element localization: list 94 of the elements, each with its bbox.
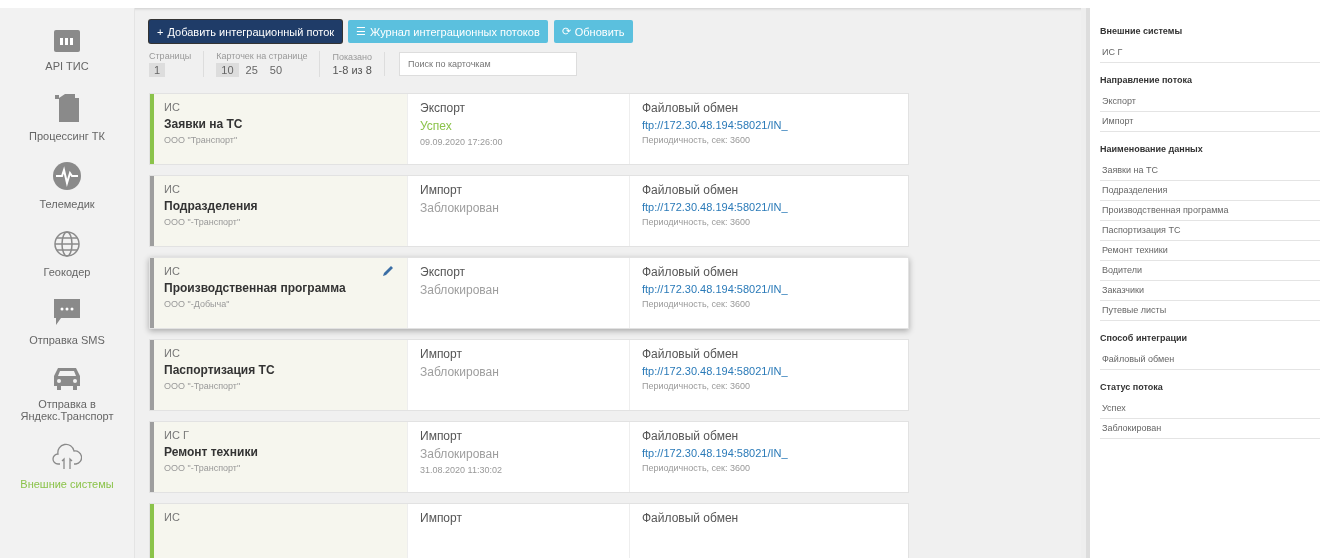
flow-direction: Импорт xyxy=(420,511,463,525)
api-box-icon xyxy=(54,30,80,52)
flow-title: Паспортизация ТС xyxy=(164,363,276,377)
filter-item[interactable]: ИС Г xyxy=(1100,43,1320,63)
filter-item[interactable]: Производственная программа xyxy=(1100,201,1320,221)
filter-heading: Способ интеграции xyxy=(1100,332,1189,345)
ftp-link[interactable]: ftp://172.30.48.194:58021/IN_ xyxy=(642,283,896,295)
flow-direction: Импорт xyxy=(420,183,463,197)
flow-title: Заявки на ТС xyxy=(164,117,244,131)
system-name: ИС xyxy=(164,101,180,113)
page-option[interactable]: 1 xyxy=(149,63,166,77)
filter-item[interactable]: Импорт xyxy=(1100,112,1320,132)
system-name: ИС xyxy=(164,511,180,523)
integration-method: Файловый обмен xyxy=(642,347,740,361)
flow-status: Заблокирован xyxy=(420,283,500,297)
sidebar-item[interactable]: Отправка в Яндекс.Транспорт xyxy=(7,398,127,422)
system-name: ИС Г xyxy=(164,429,189,441)
flow-card[interactable]: ИС Заявки на ТС ООО "Транспорт" Экспорт Успех 09.09.2020 17:26:00 Файловый обмен ftp://172.30.48.194:58021/IN_ Периодичность, сек: 3600 xyxy=(149,93,909,165)
filter-item[interactable]: Путевые листы xyxy=(1100,301,1320,321)
organization-name: ООО "-Добыча" xyxy=(164,299,231,309)
per-page-option[interactable]: 25 xyxy=(240,63,263,77)
flow-direction: Импорт xyxy=(420,429,463,443)
toolbar-button[interactable]: + Добавить интеграционный поток xyxy=(149,20,343,43)
per-page-option[interactable]: 50 xyxy=(264,63,287,77)
organization-name: ООО "-Транспорт" xyxy=(164,217,242,227)
flow-card[interactable]: ИС Г Ремонт техники ООО "-Транспорт" Импорт Заблокирован 31.08.2020 11:30:02 Файловый обмен ftp://172.30.48.194:58021/IN_ Периодичность, сек: 3600 xyxy=(149,421,909,493)
ftp-link[interactable]: ftp://172.30.48.194:58021/IN_ xyxy=(642,119,896,131)
filter-item[interactable]: Водители xyxy=(1100,261,1320,281)
sidebar-item[interactable]: Отправка SMS xyxy=(29,334,105,346)
sidebar-item[interactable]: Геокодер xyxy=(43,266,91,278)
integration-method: Файловый обмен xyxy=(642,429,740,443)
organization-name: ООО "-Транспорт" xyxy=(164,381,242,391)
car-icon xyxy=(52,366,82,390)
flow-title: Производственная программа xyxy=(164,281,347,295)
filter-item[interactable]: Ремонт техники xyxy=(1100,241,1320,261)
system-name: ИС xyxy=(164,183,180,195)
filter-item[interactable]: Подразделения xyxy=(1100,181,1320,201)
flow-status: Заблокирован xyxy=(420,447,500,461)
period-text: Периодичность, сек: 3600 xyxy=(642,299,752,309)
filter-heading: Направление потока xyxy=(1100,74,1193,87)
heartbeat-icon xyxy=(53,162,81,190)
organization-name: ООО "-Транспорт" xyxy=(164,463,242,473)
ftp-link[interactable]: ftp://172.30.48.194:58021/IN_ xyxy=(642,447,896,459)
status-date: 31.08.2020 11:30:02 xyxy=(420,465,503,475)
flow-card[interactable]: ИС Производственная программа ООО "-Добыча" Экспорт Заблокирован Файловый обмен ftp://172.30.48.194:58021/IN_ Периодичность, сек: 3600 xyxy=(149,257,909,329)
integration-method: Файловый обмен xyxy=(642,265,740,279)
flow-status: Заблокирован xyxy=(420,201,500,215)
ftp-link[interactable]: ftp://172.30.48.194:58021/IN_ xyxy=(642,365,896,377)
period-text: Периодичность, сек: 3600 xyxy=(642,217,752,227)
integration-method: Файловый обмен xyxy=(642,511,740,525)
per-page-label: Карточек на странице xyxy=(216,51,308,61)
organization-name: ООО "Транспорт" xyxy=(164,135,239,145)
filter-heading: Статус потока xyxy=(1100,381,1164,394)
filter-item[interactable]: Успех xyxy=(1100,399,1320,419)
period-text: Периодичность, сек: 3600 xyxy=(642,381,752,391)
integration-method: Файловый обмен xyxy=(642,183,740,197)
filter-heading: Наименование данных xyxy=(1100,143,1204,156)
flow-direction: Экспорт xyxy=(420,265,467,279)
per-page-option[interactable]: 10 xyxy=(216,63,239,77)
globe-icon xyxy=(53,230,81,258)
flow-status: Успех xyxy=(420,119,453,133)
sidebar-item[interactable]: Телемедик xyxy=(39,198,95,210)
system-name: ИС xyxy=(164,347,180,359)
chat-bubble-icon xyxy=(53,298,81,326)
flow-card[interactable]: ИС Импорт Файловый обмен xyxy=(149,503,909,558)
flow-card[interactable]: ИС Паспортизация ТС ООО "-Транспорт" Импорт Заблокирован Файловый обмен ftp://172.30.48.194:58021/IN_ Периодичность, сек: 3600 xyxy=(149,339,909,411)
period-text: Периодичность, сек: 3600 xyxy=(642,135,752,145)
flow-status: Заблокирован xyxy=(420,365,500,379)
cloud-upload-icon xyxy=(52,442,82,470)
pages-label: Страницы xyxy=(149,51,192,61)
period-text: Периодичность, сек: 3600 xyxy=(642,463,752,473)
filter-item[interactable]: Заявки на ТС xyxy=(1100,161,1320,181)
shown-count: 1-8 из 8 xyxy=(332,64,373,76)
flow-title: Подразделения xyxy=(164,199,259,213)
canister-icon xyxy=(55,92,79,122)
status-date: 09.09.2020 17:26:00 xyxy=(420,137,504,147)
flow-title: Ремонт техники xyxy=(164,445,259,459)
filter-item[interactable]: Заказчики xyxy=(1100,281,1320,301)
search-field[interactable]: Поиск по карточкам xyxy=(399,52,578,76)
sidebar-item[interactable]: API ТИС xyxy=(45,60,89,72)
flow-direction: Экспорт xyxy=(420,101,467,115)
filter-item[interactable]: Заблокирован xyxy=(1100,419,1320,439)
filter-item[interactable]: Паспортизация ТС xyxy=(1100,221,1320,241)
ftp-link[interactable]: ftp://172.30.48.194:58021/IN_ xyxy=(642,201,896,213)
filter-heading: Внешние системы xyxy=(1100,25,1184,38)
pencil-icon[interactable] xyxy=(381,264,395,278)
shown-label: Показано xyxy=(332,52,373,62)
sidebar-item[interactable]: Процессинг ТК xyxy=(29,130,105,142)
flow-card[interactable]: ИС Подразделения ООО "-Транспорт" Импорт Заблокирован Файловый обмен ftp://172.30.48.194:58021/IN_ Периодичность, сек: 3600 xyxy=(149,175,909,247)
filter-item[interactable]: Файловый обмен xyxy=(1100,350,1320,370)
flow-direction: Импорт xyxy=(420,347,463,361)
system-name: ИС xyxy=(164,265,180,277)
filter-item[interactable]: Экспорт xyxy=(1100,92,1320,112)
integration-method: Файловый обмен xyxy=(642,101,740,115)
